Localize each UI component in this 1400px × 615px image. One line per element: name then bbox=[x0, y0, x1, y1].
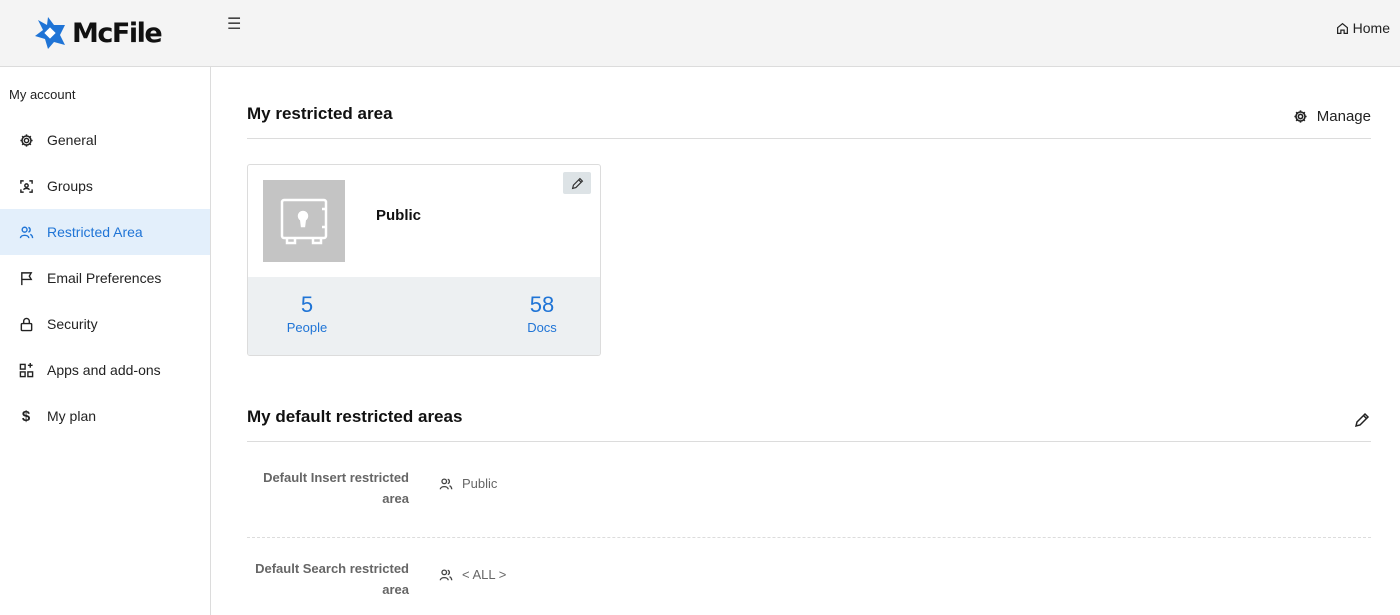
home-label: Home bbox=[1352, 20, 1390, 36]
sidebar: My account General Groups Restricted Are… bbox=[0, 67, 211, 615]
docs-stat[interactable]: 58 Docs bbox=[522, 291, 562, 337]
section-title: My default restricted areas bbox=[247, 407, 463, 426]
row-value-text: Public bbox=[462, 476, 498, 491]
row-value-text: < ALL > bbox=[462, 567, 507, 582]
safe-icon bbox=[280, 198, 328, 245]
sidebar-item-label: My plan bbox=[47, 408, 97, 424]
sidebar-item-label: Apps and add-ons bbox=[47, 362, 161, 378]
docs-count: 58 bbox=[529, 292, 555, 317]
sidebar-heading: My account bbox=[9, 87, 76, 102]
manage-label: Manage bbox=[1316, 108, 1371, 125]
sidebar-item-restricted-area[interactable]: Restricted Area bbox=[0, 209, 210, 255]
sidebar-item-label: General bbox=[47, 132, 97, 148]
restricted-area-card[interactable]: Public 5 People 58 Docs bbox=[247, 164, 601, 356]
lock-icon bbox=[18, 316, 34, 332]
logo-icon bbox=[35, 17, 65, 49]
home-icon bbox=[1336, 22, 1348, 34]
default-insert-row: Default Insert restricted area Public bbox=[247, 467, 1371, 538]
restricted-area-header: My restricted area Manage bbox=[247, 67, 1371, 139]
card-edit-button[interactable] bbox=[563, 172, 591, 194]
manage-button[interactable]: Manage bbox=[1293, 108, 1371, 125]
sidebar-item-apps-and-add-ons[interactable]: Apps and add-ons bbox=[0, 347, 210, 393]
home-link[interactable]: Home bbox=[1336, 20, 1390, 36]
section-title: My restricted area bbox=[247, 104, 393, 123]
top-bar: McFile ☰ Home bbox=[0, 0, 1400, 67]
gear-icon bbox=[1294, 110, 1307, 123]
logo[interactable]: McFile bbox=[34, 16, 163, 50]
sidebar-item-groups[interactable]: Groups bbox=[0, 163, 210, 209]
logo-text: McFile bbox=[72, 17, 163, 49]
apps-icon bbox=[18, 362, 34, 378]
default-areas-header: My default restricted areas bbox=[247, 397, 1371, 442]
edit-defaults-button[interactable] bbox=[1354, 412, 1370, 433]
pencil-icon bbox=[1354, 412, 1370, 428]
row-label: Default Insert restricted area bbox=[263, 470, 409, 506]
sidebar-item-label: Security bbox=[47, 316, 98, 332]
people-icon bbox=[439, 477, 453, 489]
card-title: Public bbox=[376, 207, 422, 224]
groups-icon bbox=[18, 178, 34, 194]
row-label: Default Search restricted area bbox=[255, 561, 409, 597]
row-value: Public bbox=[439, 476, 497, 491]
people-icon bbox=[18, 224, 34, 240]
default-search-row: Default Search restricted area < ALL > bbox=[247, 558, 1371, 615]
flag-icon bbox=[18, 270, 34, 286]
card-stats: 5 People 58 Docs bbox=[248, 277, 600, 355]
sidebar-item-email-preferences[interactable]: Email Preferences bbox=[0, 255, 210, 301]
people-label: People bbox=[286, 320, 328, 335]
sidebar-item-my-plan[interactable]: $ My plan bbox=[0, 393, 210, 439]
gear-icon bbox=[18, 132, 34, 148]
sidebar-item-label: Groups bbox=[47, 178, 93, 194]
pencil-icon bbox=[571, 177, 583, 189]
sidebar-item-label: Email Preferences bbox=[47, 270, 162, 286]
sidebar-item-general[interactable]: General bbox=[0, 117, 210, 163]
people-stat[interactable]: 5 People bbox=[286, 291, 328, 337]
menu-toggle-icon[interactable]: ☰ bbox=[227, 16, 241, 34]
main-content: My restricted area Manage Public 5 Peopl… bbox=[247, 67, 1371, 597]
card-thumbnail bbox=[263, 180, 345, 262]
sidebar-item-label: Restricted Area bbox=[47, 224, 143, 240]
dollar-icon: $ bbox=[21, 407, 31, 425]
sidebar-item-security[interactable]: Security bbox=[0, 301, 210, 347]
sidebar-nav: General Groups Restricted Area Email Pre… bbox=[0, 117, 210, 439]
people-count: 5 bbox=[300, 292, 314, 317]
docs-label: Docs bbox=[527, 320, 557, 335]
row-value: < ALL > bbox=[439, 567, 506, 582]
people-icon bbox=[439, 568, 453, 580]
